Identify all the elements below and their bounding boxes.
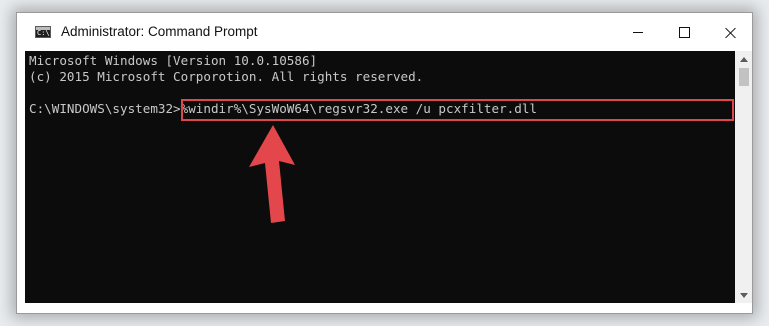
scroll-up-button[interactable] <box>735 51 752 67</box>
maximize-icon <box>678 26 690 38</box>
vertical-scrollbar[interactable] <box>735 51 752 303</box>
scroll-down-icon <box>739 292 748 298</box>
close-button[interactable] <box>707 13 753 51</box>
scroll-thumb[interactable] <box>739 68 749 86</box>
console-line-version: Microsoft Windows [Version 10.0.10586] <box>29 53 318 68</box>
command-prompt-window: C:\ Administrator: Command Prompt Micros… <box>16 12 753 314</box>
scroll-up-icon <box>739 56 748 62</box>
window-title: Administrator: Command Prompt <box>61 24 258 39</box>
window-bottom-border <box>25 303 752 313</box>
minimize-button[interactable] <box>615 13 661 51</box>
minimize-icon <box>633 31 643 33</box>
scroll-down-button[interactable] <box>735 287 752 303</box>
console-line-copyright: (c) 2015 Microsoft Corporotion. All righ… <box>29 69 424 84</box>
title-bar[interactable]: C:\ Administrator: Command Prompt <box>17 13 752 51</box>
maximize-button[interactable] <box>661 13 707 51</box>
console-output[interactable]: Microsoft Windows [Version 10.0.10586] (… <box>25 51 735 303</box>
cmd-icon[interactable]: C:\ <box>35 26 51 38</box>
command-highlight-box <box>181 99 734 121</box>
close-icon <box>725 27 736 38</box>
red-arrow-up-icon <box>249 125 295 223</box>
